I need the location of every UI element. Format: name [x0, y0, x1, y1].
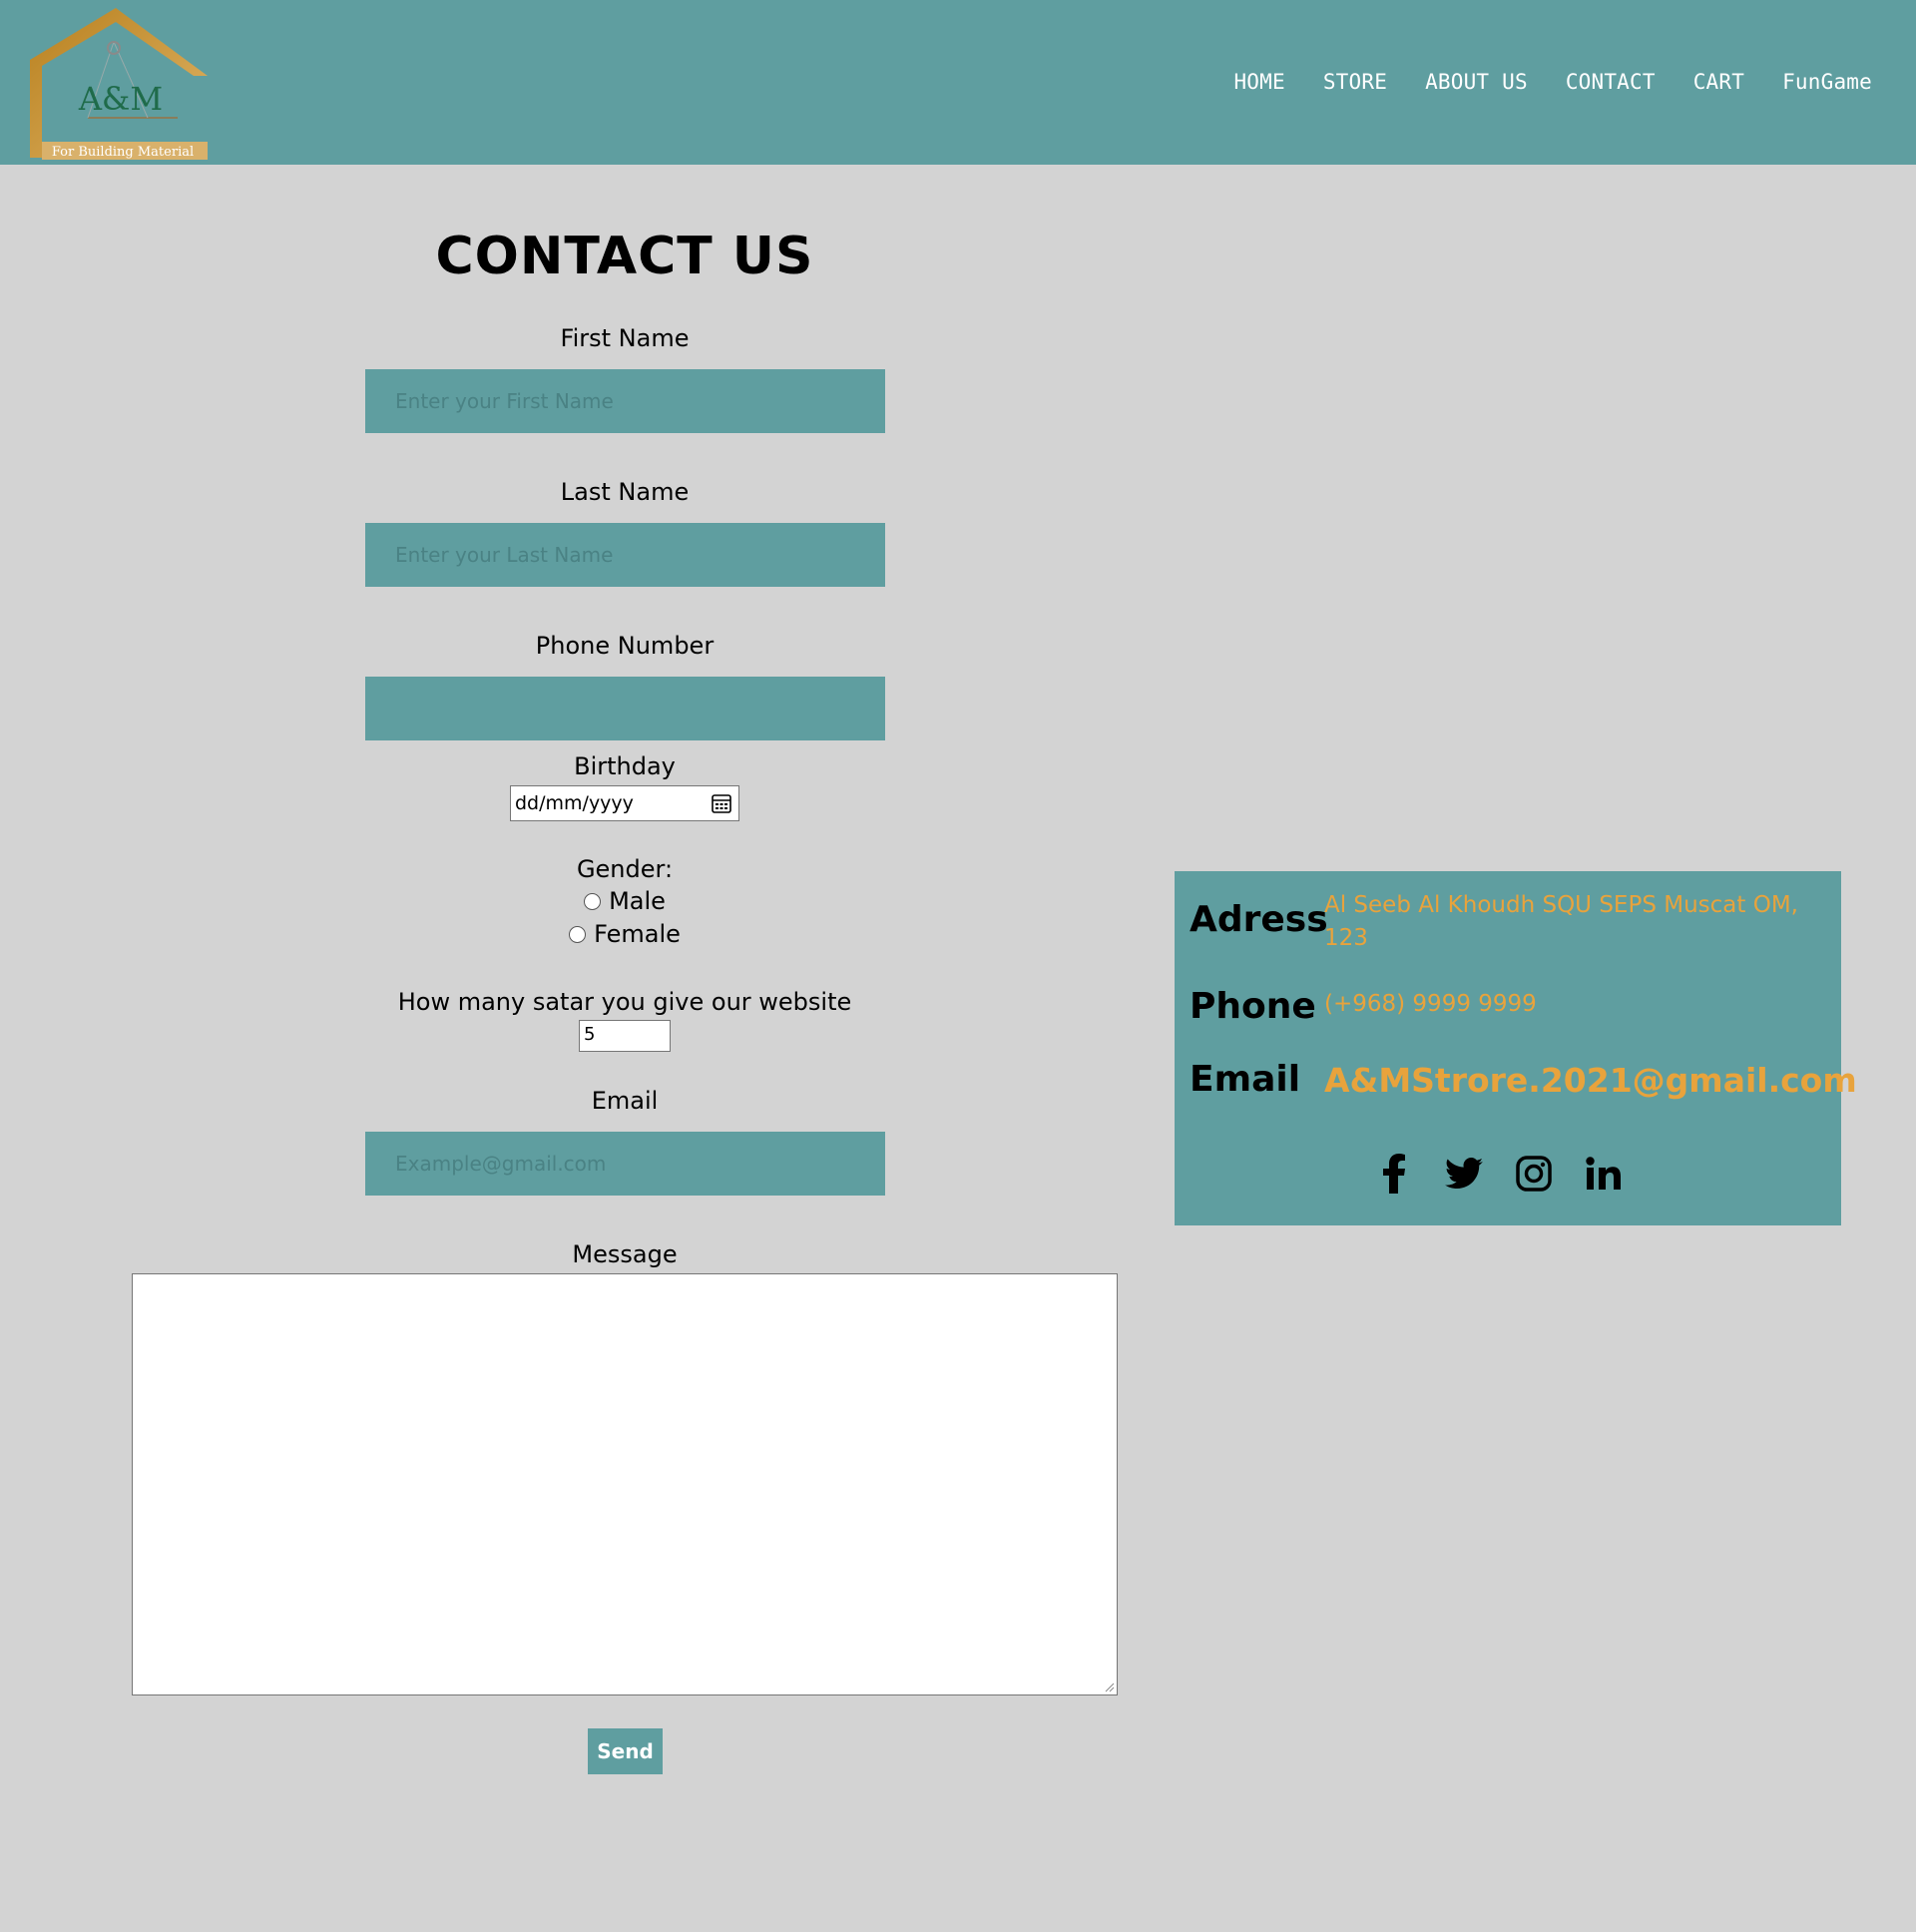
gender-option-male[interactable]: Male: [132, 887, 1118, 915]
gender-label: Gender:: [576, 855, 674, 883]
site-header: A&M For Building Material HOME STORE ABO…: [0, 0, 1916, 165]
page-title: CONTACT US: [435, 227, 814, 286]
phone-label: Phone Number: [535, 632, 715, 660]
address-label: Adress: [1190, 899, 1328, 940]
email-label: Email: [591, 1087, 659, 1115]
nav-cart[interactable]: CART: [1693, 70, 1744, 94]
facebook-icon[interactable]: [1374, 1154, 1414, 1194]
radio-male[interactable]: [584, 892, 602, 910]
phone-input[interactable]: [365, 677, 885, 740]
last-name-label: Last Name: [560, 478, 690, 506]
twitter-icon[interactable]: [1444, 1154, 1484, 1194]
rating-label: How many satar you give our website: [397, 988, 852, 1016]
birthday-value: dd/mm/yyyy: [515, 792, 634, 814]
social-links: [1374, 1154, 1624, 1194]
nav-contact[interactable]: CONTACT: [1566, 70, 1656, 94]
first-name-input[interactable]: [365, 369, 885, 433]
email-input[interactable]: [365, 1132, 885, 1196]
email-info-label: Email: [1190, 1059, 1301, 1100]
gender-option-female[interactable]: Female: [132, 920, 1118, 948]
message-textarea[interactable]: [132, 1273, 1118, 1695]
last-name-input[interactable]: [365, 523, 885, 587]
phone-info-label: Phone: [1190, 986, 1316, 1027]
message-label: Message: [572, 1240, 678, 1268]
contact-info-panel: Adress Al Seeb Al Khoudh SQU SEPS Muscat…: [1175, 871, 1857, 1225]
nav-about-us[interactable]: ABOUT US: [1425, 70, 1528, 94]
gender-female-label: Female: [594, 920, 681, 948]
nav-home[interactable]: HOME: [1233, 70, 1284, 94]
linkedin-icon[interactable]: [1584, 1154, 1624, 1194]
instagram-icon[interactable]: [1514, 1154, 1554, 1194]
gender-male-label: Male: [609, 887, 666, 915]
radio-female[interactable]: [569, 925, 587, 943]
address-value: Al Seeb Al Khoudh SQU SEPS Muscat OM, 12…: [1324, 892, 1798, 951]
svg-text:A&M: A&M: [78, 80, 163, 118]
first-name-label: First Name: [560, 324, 690, 352]
email-value[interactable]: A&MStrore.2021@gmail.com: [1324, 1061, 1857, 1100]
rating-input[interactable]: 5: [579, 1020, 671, 1052]
birthday-input[interactable]: dd/mm/yyyy: [510, 785, 739, 821]
nav-fungame[interactable]: FunGame: [1782, 70, 1872, 94]
phone-value: (+968) 9999 9999: [1324, 991, 1537, 1017]
resize-grip-icon[interactable]: [1103, 1681, 1115, 1692]
calendar-icon[interactable]: [711, 792, 732, 814]
main-nav: HOME STORE ABOUT US CONTACT CART FunGame: [1233, 70, 1872, 94]
nav-store[interactable]: STORE: [1323, 70, 1387, 94]
send-button[interactable]: Send: [588, 1728, 663, 1774]
birthday-label: Birthday: [574, 752, 676, 780]
brand-logo[interactable]: A&M For Building Material: [28, 8, 210, 162]
svg-text:For Building Material: For Building Material: [52, 145, 194, 160]
